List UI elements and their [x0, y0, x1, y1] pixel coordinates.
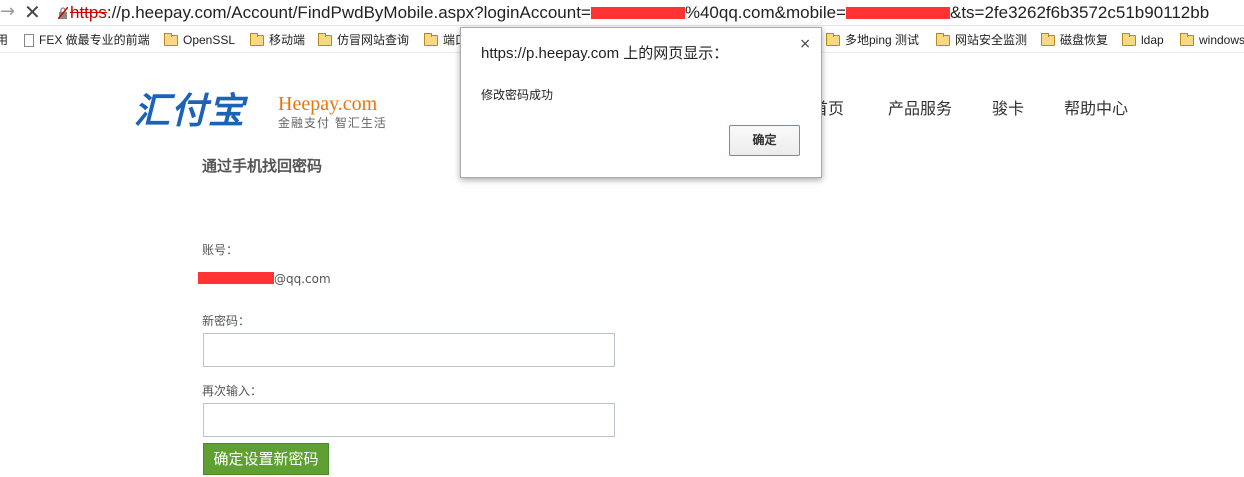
new-password-input[interactable] [203, 333, 615, 367]
confirm-password-label: 再次输入： [202, 384, 263, 398]
insecure-lock-icon [58, 7, 68, 19]
bookmark-fex[interactable]: FEX 做最专业的前端 [24, 27, 150, 52]
nav-help-center[interactable]: 帮助中心 [1064, 98, 1128, 120]
folder-icon [164, 32, 178, 46]
bookmark-windows[interactable]: windows [1180, 27, 1244, 52]
account-domain: @qq.com [274, 272, 331, 286]
dialog-ok-button[interactable]: 确定 [729, 125, 800, 156]
account-value: @qq.com [198, 272, 331, 286]
folder-icon [250, 32, 264, 46]
bookmark-openssl[interactable]: OpenSSL [164, 27, 235, 52]
bookmark-ldap[interactable]: ldap [1122, 27, 1164, 52]
redacted-mobile [845, 6, 950, 19]
folder-icon [1180, 32, 1194, 46]
set-new-password-button[interactable]: 确定设置新密码 [203, 443, 329, 475]
folder-icon [826, 32, 840, 46]
bookmark-site-security[interactable]: 网站安全监测 [936, 27, 1027, 52]
url-field[interactable]: https://p.heepay.com/Account/FindPwdByMo… [58, 1, 1244, 25]
address-bar: → ✕ https://p.heepay.com/Account/FindPwd… [0, 0, 1244, 26]
forward-arrow-icon[interactable]: → [0, 2, 15, 22]
close-icon[interactable]: × [799, 36, 811, 52]
page-title: 通过手机找回密码 [202, 157, 323, 175]
nav-products[interactable]: 产品服务 [888, 98, 952, 120]
alert-dialog: https://p.heepay.com 上的网页显示： × 修改密码成功 确定 [460, 27, 822, 178]
bookmark-mobile[interactable]: 移动端 [250, 27, 305, 52]
new-password-label: 新密码： [202, 314, 251, 328]
folder-icon [936, 32, 950, 46]
folder-icon [1041, 32, 1055, 46]
bookmark-apps[interactable]: 用 [0, 27, 8, 52]
dialog-message: 修改密码成功 [481, 88, 554, 102]
redacted-account [590, 6, 685, 19]
stop-loading-icon[interactable]: ✕ [24, 1, 41, 23]
url-host-path: ://p.heepay.com/Account/FindPwdByMobile.… [106, 3, 591, 22]
url-query-end: &ts=2fe3262f6b3572c51b90112bb [949, 3, 1210, 22]
page-icon [24, 33, 34, 47]
bookmark-disk-recovery[interactable]: 磁盘恢复 [1041, 27, 1108, 52]
account-label: 账号： [202, 243, 239, 257]
folder-icon [318, 32, 332, 46]
url-scheme: https [70, 3, 107, 22]
bookmark-phishing-check[interactable]: 仿冒网站查询 [318, 27, 409, 52]
confirm-password-input[interactable] [203, 403, 615, 437]
dialog-title: https://p.heepay.com 上的网页显示： [481, 45, 729, 62]
url-query-mid: %40qq.com&mobile= [684, 3, 846, 22]
bookmark-ping-test[interactable]: 多地ping 测试 [826, 27, 919, 52]
folder-icon [1122, 32, 1136, 46]
folder-icon [424, 32, 438, 46]
redacted-account-name [198, 272, 274, 284]
nav-junka[interactable]: 骏卡 [992, 98, 1024, 120]
